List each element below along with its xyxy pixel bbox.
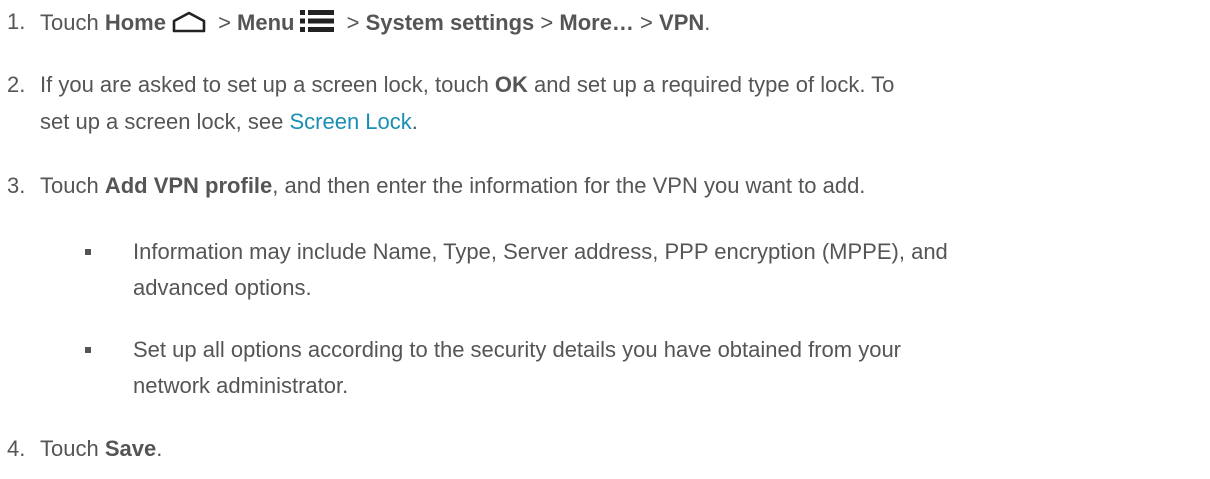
bullet-text: Information may include Name, Type, Serv… <box>133 239 948 264</box>
add-vpn-profile-label: Add VPN profile <box>104 173 273 198</box>
menu-icon <box>300 9 335 39</box>
bullet-text: advanced options. <box>133 275 312 300</box>
bullet-text: Set up all options according to the secu… <box>133 337 902 362</box>
screen-lock-link[interactable]: Screen Lock <box>289 109 411 134</box>
step-text: Touch Add VPN profile, and then enter th… <box>40 173 866 198</box>
step-number: 4. <box>7 436 26 461</box>
step-number: 1. <box>7 9 26 34</box>
bullet-text: network administrator. <box>133 373 349 398</box>
ok-label: OK <box>494 72 528 97</box>
bullet-square-icon <box>85 347 91 353</box>
step-text: set up a screen lock, see Screen Lock. <box>40 109 418 134</box>
step-number: 2. <box>7 72 26 97</box>
save-label: Save <box>104 436 157 461</box>
menu-label: Menu <box>237 10 295 35</box>
step-text: If you are asked to set up a screen lock… <box>40 72 895 97</box>
home-icon <box>172 11 206 39</box>
system-settings-label: System settings <box>365 10 535 35</box>
instruction-document: 1. Touch Home > Menu > System settings >… <box>0 0 1210 479</box>
home-label: Home <box>104 10 166 35</box>
step-number: 3. <box>7 173 26 198</box>
vpn-label: VPN <box>659 10 705 35</box>
more-label: More… <box>559 10 634 35</box>
bullet-square-icon <box>85 249 91 255</box>
step-text: Touch Save. <box>40 436 163 461</box>
step-text: Touch Home > Menu > System settings > Mo… <box>40 9 710 39</box>
